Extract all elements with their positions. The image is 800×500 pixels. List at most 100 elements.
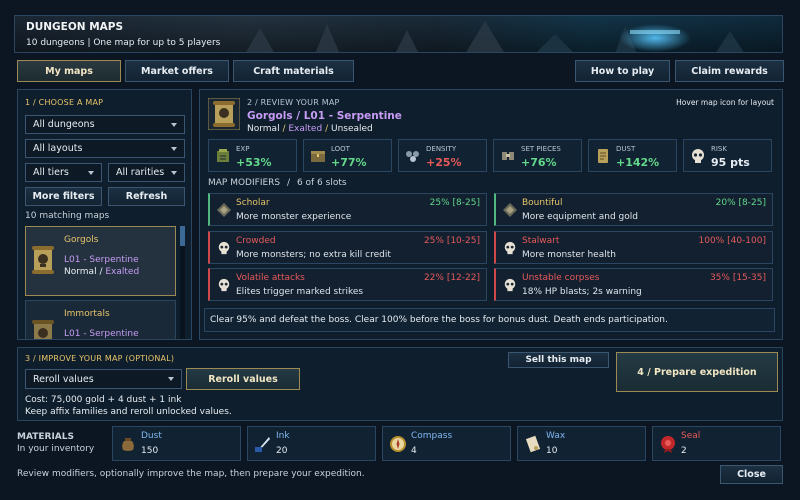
modifier-crowded[interactable]: Crowded More monsters; no extra kill cre…: [208, 231, 487, 264]
material-ink: Ink 20: [247, 426, 376, 461]
material-count: 2: [681, 446, 687, 456]
material-name: Ink: [276, 431, 290, 441]
stat-value: +142%: [616, 156, 660, 169]
modifier-name: Volatile attacks: [236, 273, 305, 283]
map-card-layout: L01 - Serpentine: [64, 255, 139, 265]
map-scroll-icon: [32, 246, 54, 274]
stat-label: DUST: [616, 145, 636, 153]
rarity-filter-select[interactable]: All rarities: [108, 163, 185, 182]
review-map-scroll-icon[interactable]: [208, 98, 240, 130]
modifier-range: 35% [15-35]: [709, 273, 766, 283]
footer-hint: Review modifiers, optionally improve the…: [17, 469, 365, 479]
dust-icon: [598, 149, 608, 163]
modifier-desc: More monster health: [522, 250, 616, 260]
layout-filter-select[interactable]: All layouts: [25, 139, 185, 158]
matching-maps-count: 10 matching maps: [25, 211, 110, 221]
improve-option-select[interactable]: Reroll values: [25, 369, 182, 389]
objective-box: Clear 95% and defeat the boss. Clear 100…: [204, 308, 775, 332]
modifier-desc: More monsters; no extra kill credit: [236, 250, 391, 260]
claim-rewards-button[interactable]: Claim rewards: [675, 60, 784, 82]
review-hint: Hover map icon for layout: [676, 98, 774, 107]
tab-craft-materials[interactable]: Craft materials: [233, 60, 354, 82]
skull-icon: [504, 278, 516, 292]
map-card-separator: /: [99, 267, 103, 277]
modifier-range: 100% [40-100]: [698, 236, 767, 246]
materials-title: MATERIALS: [17, 432, 74, 442]
modifier-desc: More monster experience: [236, 212, 352, 222]
set-pieces-icon: [502, 152, 514, 160]
map-card-gorgols[interactable]: Gorgols L01 - Serpentine Normal / Exalte…: [25, 226, 176, 296]
more-filters-button[interactable]: More filters: [25, 187, 102, 206]
compass-icon: [390, 436, 406, 452]
review-map-name: Gorgols / L01 - Serpentine: [247, 110, 402, 122]
stat-label: DENSITY: [426, 145, 457, 153]
map-card-rarity: Exalted: [105, 267, 140, 277]
stat-loot: LOOT +77%: [303, 139, 392, 172]
modifier-desc: Elites trigger marked strikes: [236, 287, 364, 297]
tag-quality: Normal: [247, 124, 280, 134]
map-card-tags: Normal / Exalted: [64, 267, 139, 277]
modifier-scholar[interactable]: Scholar More monster experience 25% [8-2…: [208, 193, 487, 226]
stat-label: SET PIECES: [521, 145, 561, 153]
modifier-name: Crowded: [236, 236, 276, 246]
modifier-range: 22% [12-22]: [423, 273, 480, 283]
tier-filter-select[interactable]: All tiers: [25, 163, 102, 182]
reroll-values-button[interactable]: Reroll values: [186, 368, 300, 390]
material-count: 10: [546, 446, 558, 456]
diamond-icon: [503, 203, 517, 217]
how-to-play-button[interactable]: How to play: [575, 60, 670, 82]
dungeon-filter-select[interactable]: All dungeons: [25, 115, 185, 134]
map-card-immortals[interactable]: Immortals L01 - Serpentine: [25, 300, 176, 339]
loot-icon: [311, 151, 325, 162]
stat-value: +25%: [426, 156, 462, 169]
seal-icon: [661, 436, 675, 453]
modifier-desc: More equipment and gold: [522, 212, 638, 222]
map-list-scrollbar[interactable]: [180, 226, 185, 339]
tab-market-offers[interactable]: Market offers: [125, 60, 229, 82]
stat-value: +77%: [331, 156, 367, 169]
skull-icon: [218, 278, 230, 292]
choose-map-panel: 1 / CHOOSE A MAP All dungeons All layout…: [17, 89, 192, 340]
stat-risk: RISK 95 pts: [683, 139, 772, 172]
tab-my-maps[interactable]: My maps: [17, 60, 121, 82]
tag-rarity: Exalted: [288, 124, 323, 134]
map-card-name: Immortals: [64, 309, 110, 319]
stat-density: DENSITY +25%: [398, 139, 487, 172]
tag-seal-state: Unsealed: [330, 124, 373, 134]
map-list-scroll-thumb[interactable]: [180, 226, 185, 246]
modifier-bountiful[interactable]: Bountiful More equipment and gold 20% [8…: [494, 193, 773, 226]
improve-cost: Cost: 75,000 gold + 4 dust + 1 ink: [25, 395, 182, 405]
modifier-volatile-attacks[interactable]: Volatile attacks Elites trigger marked s…: [208, 268, 487, 301]
stat-label: EXP: [236, 145, 250, 153]
material-count: 4: [411, 446, 417, 456]
modifier-stalwart[interactable]: Stalwart More monster health 100% [40-10…: [494, 231, 773, 264]
ink-quill-icon: [255, 437, 270, 452]
refresh-button[interactable]: Refresh: [108, 187, 185, 206]
modifier-name: Scholar: [236, 198, 270, 208]
modifier-name: Bountiful: [522, 198, 563, 208]
improve-note: Keep affix families and reroll unlocked …: [25, 407, 232, 417]
modifiers-slots: 6 of 6 slots: [296, 178, 347, 188]
exp-icon: [217, 149, 229, 162]
sell-map-button[interactable]: Sell this map: [508, 352, 609, 368]
modifiers-separator: /: [287, 178, 291, 188]
modifiers-header: MAP MODIFIERS / 6 of 6 slots: [208, 178, 347, 188]
close-button[interactable]: Close: [720, 465, 783, 484]
stat-value: +76%: [521, 156, 557, 169]
diamond-icon: [217, 203, 231, 217]
prepare-expedition-button[interactable]: 4 / Prepare expedition: [616, 352, 778, 392]
stat-exp: EXP +53%: [208, 139, 297, 172]
map-list[interactable]: Gorgols L01 - Serpentine Normal / Exalte…: [24, 226, 186, 339]
modifier-range: 25% [10-25]: [423, 236, 480, 246]
material-name: Dust: [141, 431, 162, 441]
dust-pouch-icon: [122, 438, 134, 451]
modifier-desc: 18% HP blasts; 2s warning: [522, 287, 642, 297]
modifier-unstable-corpses[interactable]: Unstable corpses 18% HP blasts; 2s warni…: [494, 268, 773, 301]
objective-text: Clear 95% and defeat the boss. Clear 100…: [210, 315, 668, 325]
stat-label: RISK: [711, 145, 727, 153]
material-name: Seal: [681, 431, 701, 441]
modifier-name: Stalwart: [522, 236, 560, 246]
density-icon: [406, 151, 419, 162]
tag-separator: /: [282, 124, 286, 134]
tag-separator: /: [325, 124, 329, 134]
